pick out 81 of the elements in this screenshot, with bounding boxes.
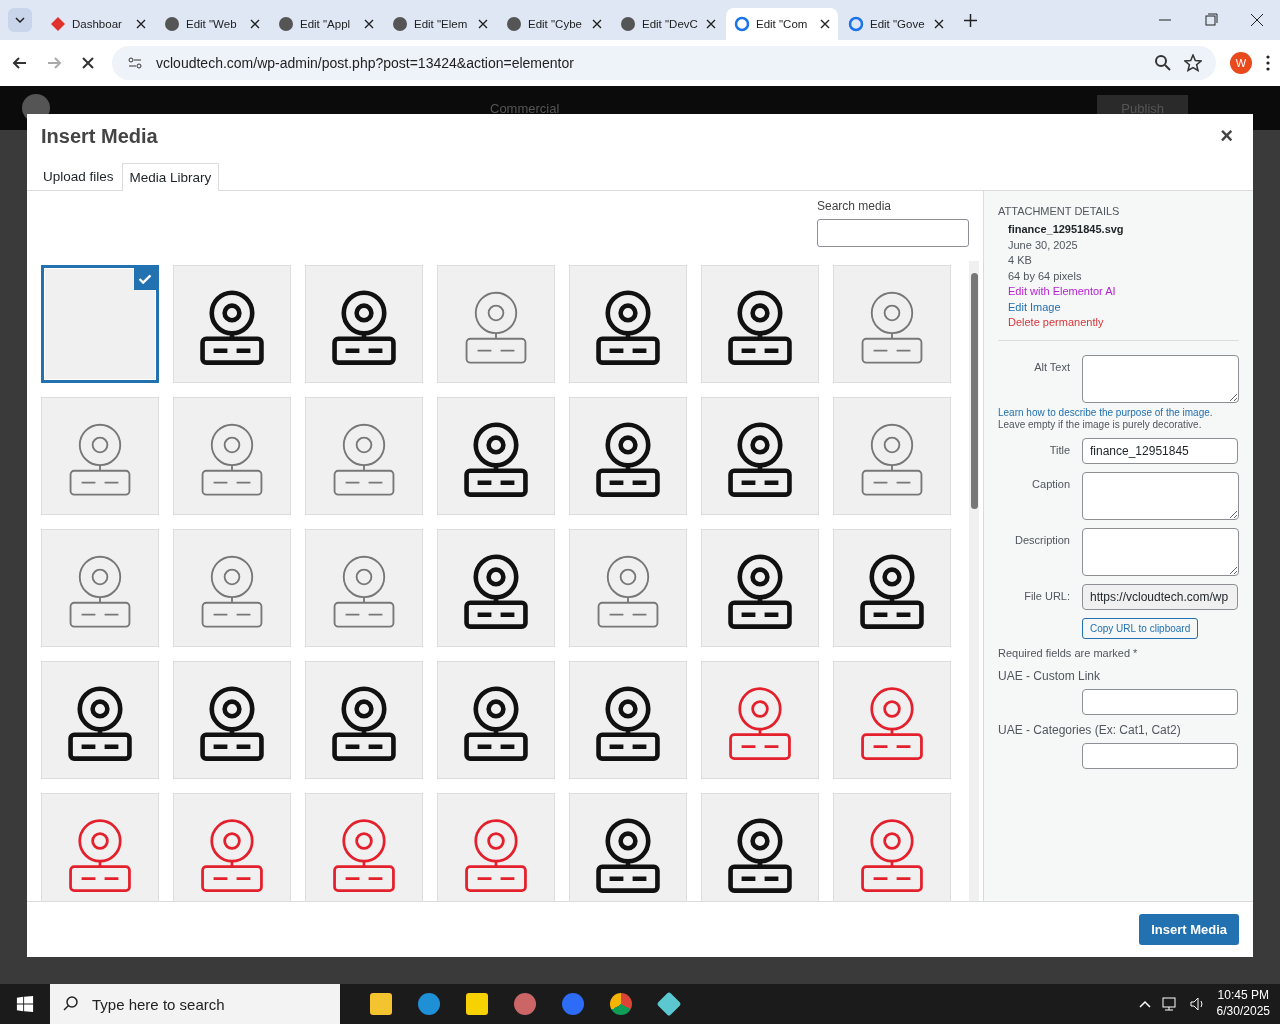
dialog-title: Insert Media (41, 124, 158, 148)
new-tab-icon[interactable] (964, 13, 977, 27)
chevron-down-icon (15, 17, 25, 23)
insert-media-button[interactable]: Insert Media (1139, 914, 1239, 945)
tab-search-button[interactable] (8, 8, 32, 32)
menu-icon[interactable] (1266, 55, 1270, 71)
browser-tab[interactable]: Edit "Appl (270, 8, 382, 40)
close-icon[interactable] (592, 19, 602, 29)
search-icon (62, 995, 80, 1013)
close-button[interactable]: × (1214, 122, 1239, 150)
site-icon (164, 16, 180, 32)
text-area[interactable] (1082, 472, 1239, 520)
taskbar-search-field[interactable]: Type here to search (50, 984, 340, 1024)
site-icon (506, 16, 522, 32)
media-tab[interactable]: Media Library (121, 163, 220, 191)
text-area[interactable] (1082, 355, 1239, 403)
close-icon[interactable] (820, 19, 830, 29)
field-label: UAE - Categories (Ex: Cat1, Cat2) (998, 723, 1182, 737)
file-size: 4 KB (1008, 254, 1033, 266)
upload-date: June 30, 2025 (1008, 238, 1079, 251)
app-icon[interactable] (514, 993, 536, 1015)
url-text: vcloudtech.com/wp-admin/post.php?post=13424&action=elementor (156, 55, 574, 71)
browser-tab[interactable]: Edit "Gove (840, 8, 952, 40)
close-icon[interactable] (136, 19, 146, 29)
scrollbar[interactable] (969, 261, 979, 901)
browser-tab[interactable]: Edit "Com (726, 8, 838, 40)
site-icon (392, 16, 408, 32)
field-label: Alt Text (1033, 360, 1070, 375)
field-label: UAE - Custom Link (998, 669, 1102, 683)
input-field[interactable]: finance_12951845 (1082, 438, 1238, 464)
search-field[interactable] (817, 219, 969, 247)
copy-url-button[interactable]: Copy URL to clipboard (1082, 618, 1199, 639)
search-label: Search media (817, 199, 893, 213)
close-icon[interactable] (250, 19, 260, 29)
attachment-link[interactable]: Edit with Elementor AI (1008, 285, 1239, 297)
chevron-up-icon[interactable] (1138, 1000, 1151, 1008)
image-dimensions: 64 by 64 pixels (1008, 269, 1083, 282)
site-settings-icon[interactable] (126, 54, 144, 72)
close-icon[interactable] (364, 19, 374, 29)
profile-avatar[interactable]: W (1230, 52, 1252, 74)
system-clock[interactable]: 10:45 PM 6/30/2025 (1216, 988, 1270, 1020)
input-field[interactable] (1082, 743, 1238, 769)
section-heading: ATTACHMENT DETAILS (998, 205, 1121, 217)
field-label: Description (1013, 533, 1070, 548)
site-icon (848, 16, 864, 32)
browser-tab[interactable]: Edit "DevC (612, 8, 724, 40)
field-label: Caption (1031, 477, 1070, 492)
help-text: Learn how to describe the purpose of the image. Leave empty if the image is purely decorative. (998, 407, 1214, 430)
media-tab[interactable]: Upload files (35, 162, 122, 190)
chrome-icon[interactable] (610, 993, 632, 1015)
site-icon (734, 16, 750, 32)
input-field[interactable] (1082, 689, 1238, 715)
scrollbar-thumb[interactable] (971, 273, 978, 509)
field-label: Title (1048, 443, 1070, 458)
browser-tab[interactable]: Edit "Cybe (498, 8, 610, 40)
address-bar[interactable]: vcloudtech.com/wp-admin/post.php?post=13424&action=elementor (112, 46, 1216, 80)
required-note: Required fields are marked * (998, 647, 1139, 659)
windows-start-icon[interactable] (16, 995, 34, 1013)
site-icon (50, 16, 66, 32)
attachment-link[interactable]: Delete permanently (1008, 316, 1239, 328)
close-icon[interactable] (478, 19, 488, 29)
file-name: finance_12951845.svg (1008, 223, 1125, 235)
url-field[interactable]: https://vcloudtech.com/wp (1082, 584, 1238, 610)
browser-tab[interactable]: Edit "Web (156, 8, 268, 40)
checkbox-checked-icon[interactable] (134, 268, 156, 290)
close-icon[interactable] (706, 19, 716, 29)
attachment-link[interactable]: Edit Image (1008, 300, 1239, 313)
media-thumbnail[interactable] (41, 265, 159, 383)
browser-tab[interactable]: Edit "Elem (384, 8, 496, 40)
site-icon (278, 16, 294, 32)
video-app-icon[interactable] (562, 993, 584, 1015)
text-area[interactable] (1082, 528, 1239, 576)
help-link[interactable]: Learn how to describe the purpose of the image (998, 407, 1210, 418)
network-icon[interactable] (1160, 996, 1179, 1012)
close-icon[interactable] (934, 19, 944, 29)
star-icon[interactable] (1184, 54, 1202, 72)
zoom-icon[interactable] (1154, 54, 1172, 72)
browser-tab[interactable]: Dashboar (42, 8, 154, 40)
field-label: File URL: (1023, 589, 1070, 604)
browser-icon[interactable] (418, 993, 440, 1015)
site-icon (620, 16, 636, 32)
